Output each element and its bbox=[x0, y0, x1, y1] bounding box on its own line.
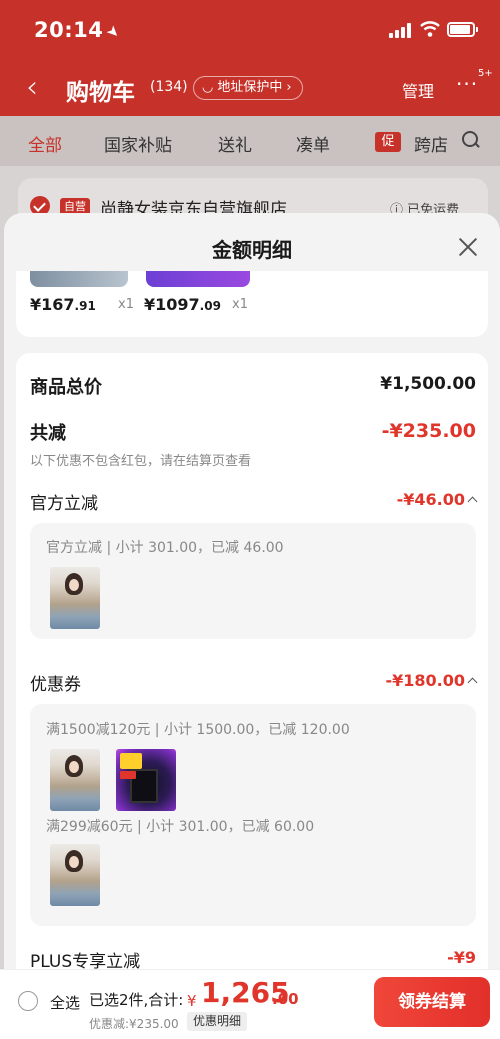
product-thumbnail bbox=[50, 844, 100, 906]
tab-add-on[interactable]: 凑单 bbox=[296, 131, 330, 156]
promo-tag: 促 bbox=[375, 132, 401, 152]
close-icon[interactable] bbox=[456, 235, 480, 259]
status-bar: 20:14➤ bbox=[0, 0, 500, 62]
official-discount-toggle[interactable]: -¥46.00 bbox=[397, 490, 478, 509]
product-qty: x1 bbox=[232, 297, 248, 312]
official-discount-label: 官方立减 bbox=[30, 494, 98, 514]
selected-products: ¥167.91 x1 ¥1097.09 x1 bbox=[16, 271, 488, 337]
cellular-signal-icon bbox=[389, 22, 413, 38]
tab-national-subsidy[interactable]: 国家补贴 bbox=[104, 131, 172, 156]
goods-total-value: ¥1,500.00 bbox=[380, 374, 476, 394]
checkout-bar: 全选 已选2件,合计: ¥ 1,265 .00 优惠减:¥235.00 优惠明细… bbox=[0, 969, 500, 1039]
official-discount-detail: 官方立减 | 小计 301.00，已减 46.00 bbox=[30, 523, 476, 639]
product-thumbnail bbox=[116, 749, 176, 811]
discount-detail-button[interactable]: 优惠明细 bbox=[187, 1012, 248, 1031]
back-button[interactable]: ‹ bbox=[26, 70, 38, 105]
page-title: 购物车 bbox=[66, 80, 135, 106]
total-reduction-value: -¥235.00 bbox=[381, 420, 476, 442]
more-icon[interactable]: ··· bbox=[456, 72, 478, 96]
reduction-note: 以下优惠不包含红包，请在结算页查看 bbox=[30, 454, 252, 469]
product-image bbox=[146, 271, 250, 287]
chevron-up-icon bbox=[467, 496, 478, 507]
search-icon[interactable] bbox=[462, 131, 480, 149]
discount-summary: 优惠减:¥235.00 bbox=[89, 1017, 179, 1031]
message-badge: 5+ bbox=[478, 68, 493, 79]
plus-discount-value: -¥9 bbox=[447, 948, 476, 967]
wifi-icon bbox=[420, 21, 440, 37]
shield-icon: ◡ bbox=[202, 80, 214, 95]
coupon-detail-text: 满299减60元 | 小计 301.00，已减 60.00 bbox=[46, 819, 315, 835]
coupon-label: 优惠券 bbox=[30, 675, 81, 695]
select-all-checkbox[interactable] bbox=[18, 991, 38, 1011]
official-discount-text: 官方立减 | 小计 301.00，已减 46.00 bbox=[46, 540, 284, 556]
product-price: ¥1097.09 bbox=[144, 295, 221, 314]
coupon-toggle[interactable]: -¥180.00 bbox=[385, 671, 478, 690]
coupon-detail: 满1500减120元 | 小计 1500.00，已减 120.00 满299减6… bbox=[30, 704, 476, 926]
tab-all[interactable]: 全部 bbox=[28, 131, 62, 156]
product-thumbnail bbox=[50, 567, 100, 629]
chevron-up-icon bbox=[467, 677, 478, 688]
amount-detail-sheet: 金额明细 ¥167.91 x1 ¥1097.09 x1 商品总价 ¥1,500.… bbox=[4, 213, 500, 1039]
product-qty: x1 bbox=[118, 297, 134, 312]
select-all-label[interactable]: 全选 bbox=[50, 992, 80, 1013]
price-breakdown-card: 商品总价 ¥1,500.00 共减 -¥235.00 以下优惠不包含红包，请在结… bbox=[16, 353, 488, 1039]
product-price: ¥167.91 bbox=[30, 295, 96, 314]
checkout-button[interactable]: 领券结算 bbox=[374, 977, 490, 1027]
goods-total-label: 商品总价 bbox=[30, 377, 102, 398]
sheet-title: 金额明细 bbox=[212, 238, 292, 262]
manage-button[interactable]: 管理 bbox=[402, 78, 434, 102]
chevron-right-icon: › bbox=[286, 80, 292, 95]
total-reduction-label: 共减 bbox=[30, 423, 66, 444]
battery-icon bbox=[447, 22, 478, 37]
price-sticker-icon bbox=[120, 753, 142, 769]
selected-summary: 已选2件,合计: bbox=[89, 991, 184, 1009]
location-arrow-icon: ➤ bbox=[102, 21, 125, 43]
product-image bbox=[30, 271, 128, 287]
cart-count: (134) bbox=[150, 79, 188, 95]
price-sticker-icon bbox=[120, 771, 136, 779]
total-currency: ¥ bbox=[187, 992, 197, 1010]
total-amount-decimal: .00 bbox=[272, 990, 299, 1008]
coupon-detail-text: 满1500减120元 | 小计 1500.00，已减 120.00 bbox=[46, 722, 350, 738]
product-thumbnail bbox=[50, 749, 100, 811]
tab-gift[interactable]: 送礼 bbox=[218, 131, 252, 156]
status-time: 20:14➤ bbox=[34, 18, 125, 43]
tab-cross-store[interactable]: 跨店 bbox=[414, 131, 448, 156]
address-protection-badge[interactable]: ◡ 地址保护中 › bbox=[193, 76, 303, 100]
